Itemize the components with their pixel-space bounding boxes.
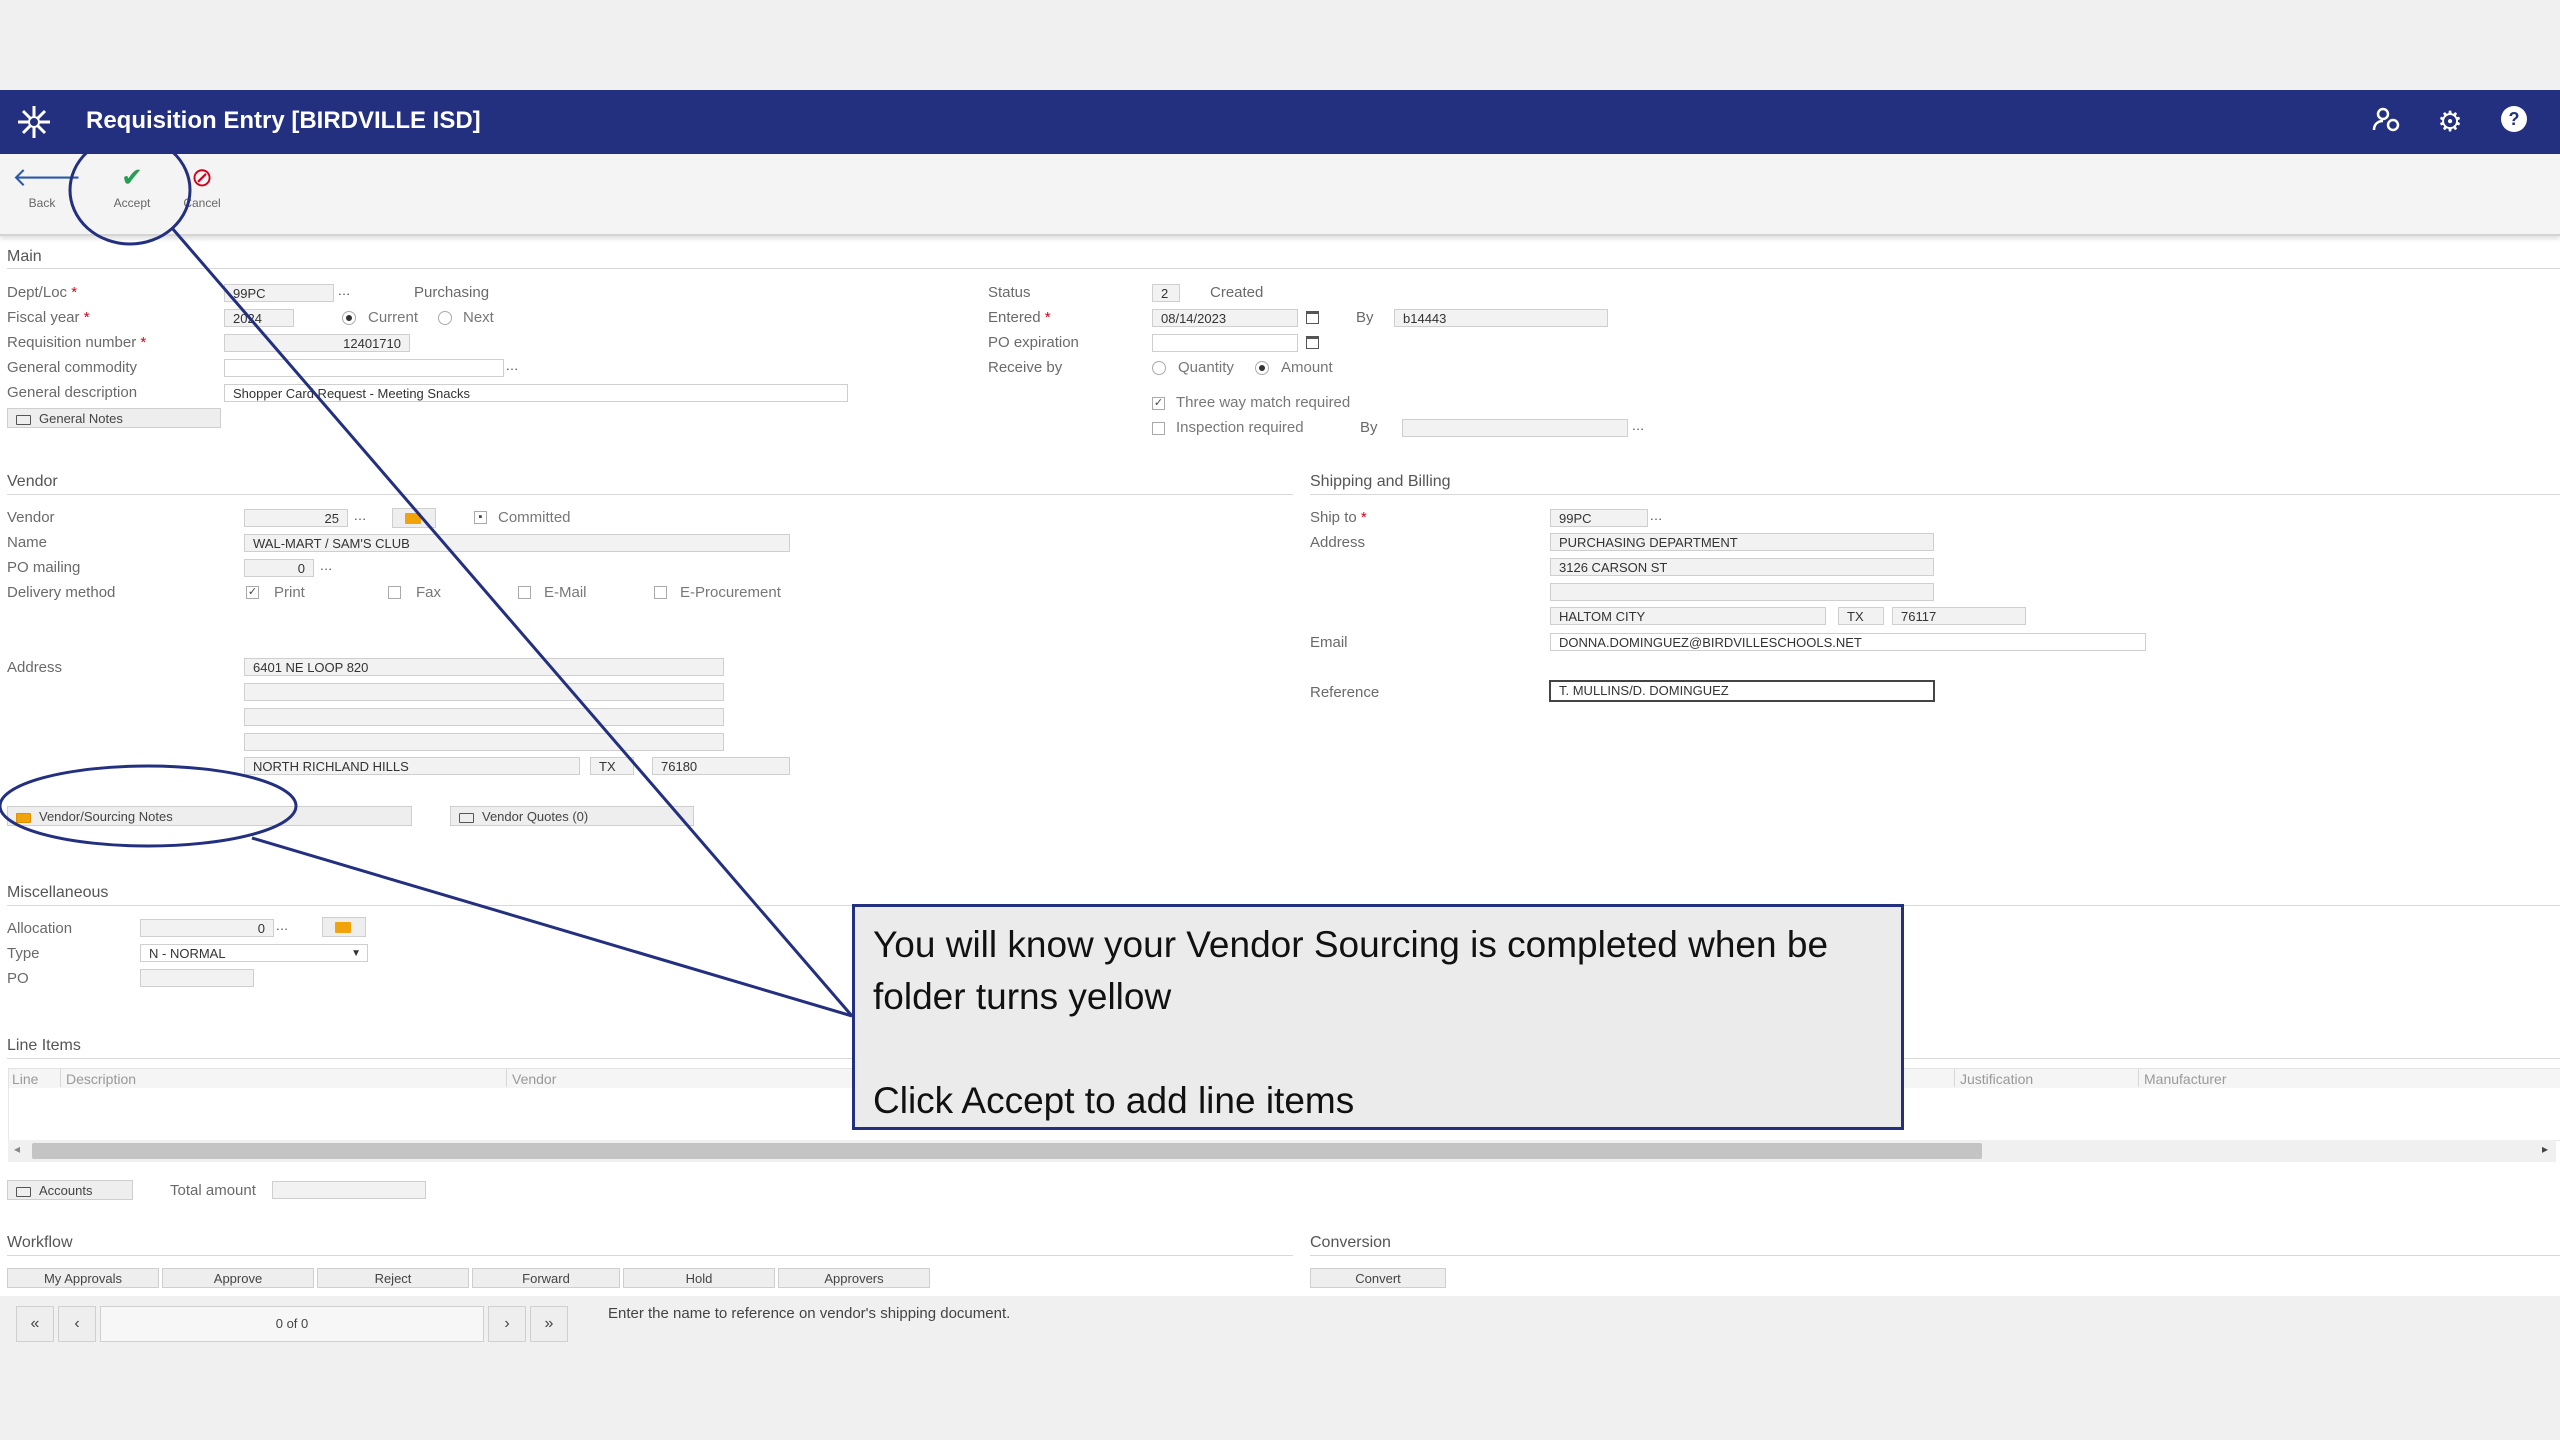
pointer-line (170, 227, 854, 1017)
pointer-line (251, 836, 853, 1018)
callout-line-2: Click Accept to add line items (873, 1080, 1355, 1121)
annotation-overlay (0, 134, 854, 1018)
sourcing-notes-highlight-circle (0, 764, 298, 848)
instruction-callout: You will know your Vendor Sourcing is co… (852, 904, 1904, 1130)
callout-line-1: You will know your Vendor Sourcing is co… (873, 924, 1829, 1017)
accept-highlight-circle (68, 134, 192, 246)
